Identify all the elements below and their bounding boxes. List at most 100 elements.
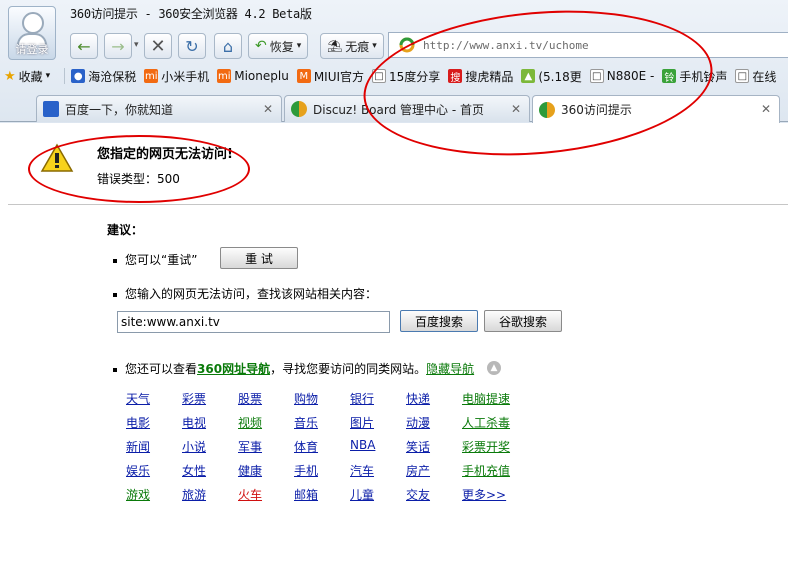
annotation-oval xyxy=(28,135,250,203)
favorite-label: Mioneplu xyxy=(234,69,289,83)
baidu-icon xyxy=(43,101,59,117)
favorite-item[interactable]: mi 小米手机 xyxy=(144,68,209,85)
nav-link[interactable]: 儿童 xyxy=(350,486,374,503)
restore-button[interactable]: ↶ 恢复 ▾ xyxy=(248,33,309,59)
search-input[interactable]: site:www.anxi.tv xyxy=(117,311,390,333)
nav-link[interactable]: 女性 xyxy=(182,462,206,479)
incognito-label: 无痕 xyxy=(345,39,370,54)
nav-link[interactable]: 新闻 xyxy=(126,438,150,455)
nav-link[interactable]: 交友 xyxy=(406,486,430,503)
star-icon: ★ xyxy=(4,68,16,84)
back-arrow-icon: ← xyxy=(77,36,91,56)
nav-link[interactable]: 旅游 xyxy=(182,486,206,503)
nav-text: 您还可以查看360网址导航，寻找您要访问的同类网站。隐藏导航 xyxy=(113,360,474,377)
favorite-label: 小米手机 xyxy=(161,69,210,84)
chevron-down-icon: ▾ xyxy=(45,71,51,81)
favorite-label: MIUI官方 xyxy=(313,69,365,84)
home-icon: ⌂ xyxy=(222,36,234,56)
refresh-icon: ↻ xyxy=(185,36,199,56)
nav-link[interactable]: 小说 xyxy=(182,438,206,455)
tab-baidu[interactable]: 百度一下，你就知道 ✕ xyxy=(36,95,282,122)
nav-link[interactable]: 银行 xyxy=(350,390,374,407)
stop-button[interactable]: ✕ xyxy=(144,33,172,59)
hide-nav-link[interactable]: 隐藏导航 xyxy=(426,362,474,376)
retry-button[interactable]: 重 试 xyxy=(220,247,298,269)
login-label: 请登录 xyxy=(15,43,49,56)
search-label: 您输入的网页无法访问，查找该网站相关内容： xyxy=(125,287,378,301)
restore-label: 恢复 xyxy=(269,39,294,54)
forward-button[interactable]: → xyxy=(104,33,132,59)
nav-prefix: 您还可以查看 xyxy=(125,362,198,376)
nav-link[interactable]: 人工杀毒 xyxy=(462,414,510,431)
divider xyxy=(64,68,66,84)
back-button[interactable]: ← xyxy=(70,33,98,59)
nav-link[interactable]: 体育 xyxy=(294,438,318,455)
favorite-label: 在线 xyxy=(752,69,777,84)
chevron-down-icon: ▾ xyxy=(372,41,377,51)
nav-link[interactable]: 邮箱 xyxy=(294,486,318,503)
nav-suffix: ，寻找您要访问的同类网站。 xyxy=(270,362,427,376)
page-content: 您指定的网页无法访问! 错误类型：500 建议： 您可以“重试” 重 试 您输入… xyxy=(0,0,788,572)
nav-link[interactable]: 火车 xyxy=(238,486,262,503)
nav-link[interactable]: 电脑提速 xyxy=(462,390,510,407)
login-avatar[interactable]: 请登录 xyxy=(8,6,56,60)
retry-label: 您可以“重试” xyxy=(125,253,198,267)
nav-link[interactable]: 更多>> xyxy=(462,486,506,503)
close-tab-icon[interactable]: ✕ xyxy=(263,102,273,116)
forward-arrow-icon: → xyxy=(111,36,125,56)
paw-icon: ● xyxy=(71,69,86,83)
retry-text: 您可以“重试” xyxy=(113,251,197,268)
nav-link[interactable]: 视频 xyxy=(238,414,262,431)
nav-link[interactable]: 购物 xyxy=(294,390,318,407)
close-icon: ✕ xyxy=(150,35,166,57)
mi-icon: mi xyxy=(217,69,232,83)
ie-logo-icon xyxy=(291,101,307,117)
nav-link[interactable]: 手机 xyxy=(294,462,318,479)
nav-link[interactable]: 游戏 xyxy=(126,486,150,503)
nav-link[interactable]: 手机充值 xyxy=(462,462,510,479)
nav-link[interactable]: 军事 xyxy=(238,438,262,455)
undo-icon: ↶ xyxy=(255,38,267,54)
nav-link[interactable]: 健康 xyxy=(238,462,262,479)
nav-link[interactable]: 天气 xyxy=(126,390,150,407)
nav-link[interactable]: 音乐 xyxy=(294,414,318,431)
window-title: 360访问提示 - 360安全浏览器 4.2 Beta版 xyxy=(70,7,312,21)
nav-link[interactable]: 快递 xyxy=(406,390,430,407)
suggestions-heading: 建议： xyxy=(107,223,144,237)
favorite-item[interactable]: M MIUI官方 xyxy=(296,68,365,85)
incognito-button[interactable]: ⛱ 无痕 ▾ xyxy=(320,33,384,59)
forward-dropdown-icon[interactable]: ▾ xyxy=(134,40,139,50)
nav-link[interactable]: 彩票 xyxy=(182,390,206,407)
home-button[interactable]: ⌂ xyxy=(214,33,242,59)
divider xyxy=(8,204,788,205)
nav-link[interactable]: 房产 xyxy=(406,462,430,479)
favorite-item[interactable]: ● 海沧保税 xyxy=(71,68,136,85)
nav-link[interactable]: 娱乐 xyxy=(126,462,150,479)
favorite-label: 海沧保税 xyxy=(88,69,137,84)
chevron-down-icon: ▾ xyxy=(296,41,302,51)
nav-link[interactable]: 动漫 xyxy=(406,414,430,431)
nav-link[interactable]: 电影 xyxy=(126,414,150,431)
google-search-button[interactable]: 谷歌搜索 xyxy=(484,310,562,332)
refresh-button[interactable]: ↻ xyxy=(178,33,206,59)
nav-link[interactable]: 彩票开奖 xyxy=(462,438,510,455)
favorites-menu[interactable]: ★ 收藏 ▾ xyxy=(4,68,50,85)
favorite-item[interactable]: □ 在线 xyxy=(735,68,776,85)
nav-link[interactable]: 电视 xyxy=(182,414,206,431)
m-icon: M xyxy=(296,69,311,83)
search-text: 您输入的网页无法访问，查找该网站相关内容： xyxy=(113,285,377,302)
nav-link[interactable]: 股票 xyxy=(238,390,262,407)
360-nav-link[interactable]: 360网址导航 xyxy=(197,362,270,376)
nav-link[interactable]: NBA xyxy=(350,438,375,452)
baidu-search-button[interactable]: 百度搜索 xyxy=(400,310,478,332)
tab-label: 百度一下，你就知道 xyxy=(65,102,174,117)
page-icon: □ xyxy=(735,69,750,83)
collapse-up-icon[interactable]: ▲ xyxy=(487,361,501,375)
nav-link[interactable]: 图片 xyxy=(350,414,374,431)
nav-link[interactable]: 汽车 xyxy=(350,462,374,479)
favorites-label: 收藏 xyxy=(18,69,43,84)
favorite-item[interactable]: mi Mioneplu xyxy=(217,69,289,83)
nav-link[interactable]: 笑话 xyxy=(406,438,430,455)
close-tab-icon[interactable]: ✕ xyxy=(761,102,771,116)
incognito-icon: ⛱ xyxy=(327,39,343,53)
